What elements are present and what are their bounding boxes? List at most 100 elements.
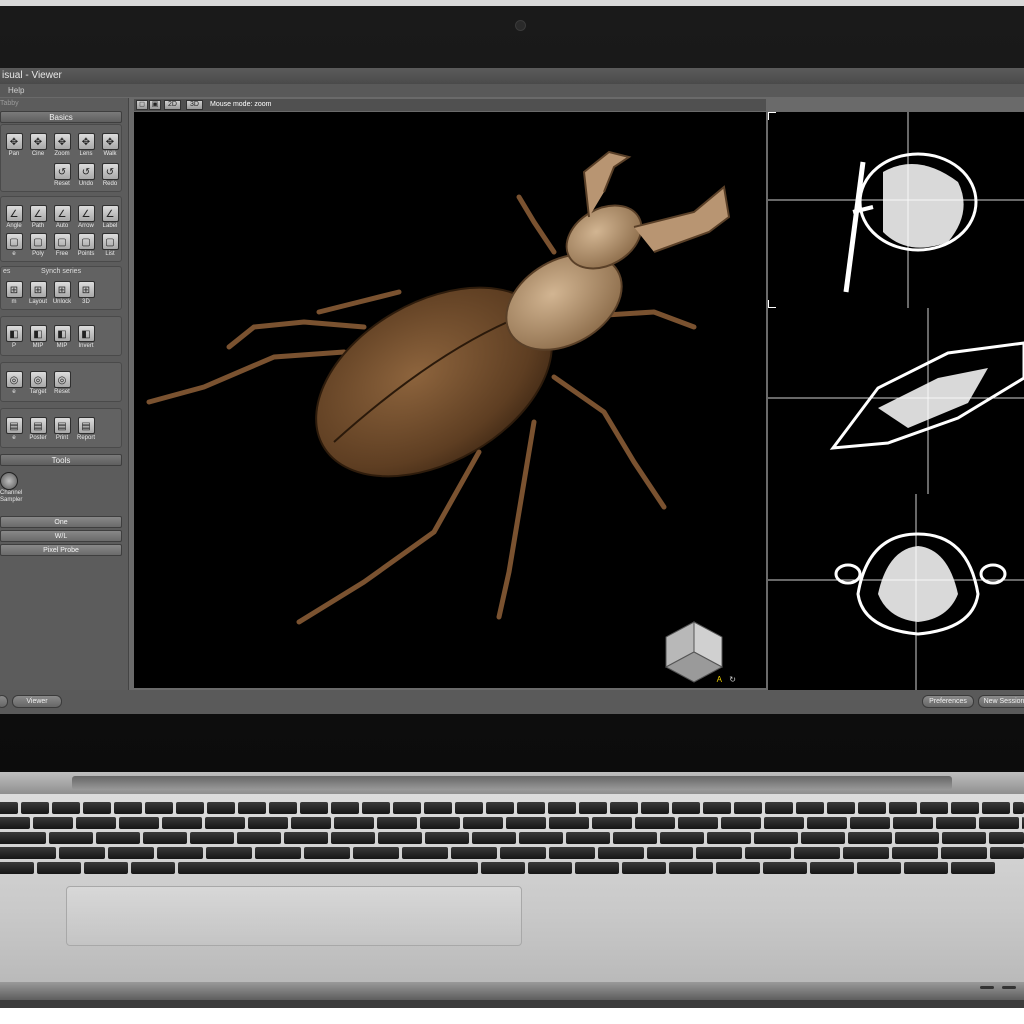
keyboard-key[interactable] <box>936 817 976 829</box>
keyboard-key[interactable] <box>678 817 718 829</box>
tool-3d[interactable]: ⊞ 3D <box>75 281 97 305</box>
trackpad[interactable] <box>66 886 522 946</box>
tool-walk[interactable]: ✥ Walk <box>99 133 121 157</box>
keyboard-key[interactable] <box>0 847 56 859</box>
keyboard-key[interactable] <box>951 862 995 874</box>
mpr-axial-view[interactable] <box>768 112 1024 309</box>
refresh-icon[interactable]: ↻ <box>729 675 736 684</box>
keyboard-key[interactable] <box>941 847 987 859</box>
keyboard-key[interactable] <box>425 832 469 844</box>
keyboard-key[interactable] <box>703 802 731 814</box>
tool-path[interactable]: ∠ Path <box>27 205 49 229</box>
tool-poster[interactable]: ▤ Poster <box>27 417 49 441</box>
tool-reset[interactable]: ◎ Reset <box>51 371 73 395</box>
keyboard-key[interactable] <box>892 847 938 859</box>
tool-e[interactable]: ◎ e <box>3 371 25 395</box>
keyboard-key[interactable] <box>810 862 854 874</box>
keyboard-key[interactable] <box>672 802 700 814</box>
keyboard-key[interactable] <box>472 832 516 844</box>
keyboard-key[interactable] <box>951 802 979 814</box>
tool-target[interactable]: ◎ Target <box>27 371 49 395</box>
keyboard-key[interactable] <box>0 802 18 814</box>
keyboard-key[interactable] <box>114 802 142 814</box>
keyboard-key[interactable] <box>598 847 644 859</box>
keyboard-key[interactable] <box>131 862 175 874</box>
tool-label[interactable]: ∠ Label <box>99 205 121 229</box>
keyboard-key[interactable] <box>362 802 390 814</box>
keyboard-key[interactable] <box>145 802 173 814</box>
keyboard-key[interactable] <box>334 817 374 829</box>
tool-undo[interactable]: ↺ Undo <box>75 163 97 187</box>
keyboard-key[interactable] <box>549 817 589 829</box>
keyboard-key[interactable] <box>33 817 73 829</box>
tool-auto[interactable]: ∠ Auto <box>51 205 73 229</box>
tool-mip[interactable]: ◧ MIP <box>27 325 49 349</box>
keyboard-key[interactable] <box>377 817 417 829</box>
keyboard-key[interactable] <box>566 832 610 844</box>
keyboard-key[interactable] <box>402 847 448 859</box>
keyboard-key[interactable] <box>96 832 140 844</box>
keyboard-key[interactable] <box>76 817 116 829</box>
keyboard-key[interactable] <box>304 847 350 859</box>
tool-layout[interactable]: ⊞ Layout <box>27 281 49 305</box>
keyboard-key[interactable] <box>989 832 1024 844</box>
mpr-sagittal-view[interactable] <box>768 308 1024 495</box>
keyboard-key[interactable] <box>843 847 889 859</box>
keyboard-key[interactable] <box>506 817 546 829</box>
keyboard-key[interactable] <box>721 817 761 829</box>
keyboard-key[interactable] <box>549 847 595 859</box>
keyboard-key[interactable] <box>579 802 607 814</box>
keyboard-key[interactable] <box>754 832 798 844</box>
keyboard-key[interactable] <box>622 862 666 874</box>
keyboard-key[interactable] <box>942 832 986 844</box>
keyboard-key[interactable] <box>108 847 154 859</box>
viewport-3d[interactable]: A ↻ <box>134 112 766 688</box>
keyboard-key[interactable] <box>176 802 204 814</box>
keyboard-key[interactable] <box>37 862 81 874</box>
keyboard-key[interactable] <box>143 832 187 844</box>
tool-angle[interactable]: ∠ Angle <box>3 205 25 229</box>
tool-mip[interactable]: ◧ MIP <box>51 325 73 349</box>
keyboard-key[interactable] <box>858 802 886 814</box>
tool-print[interactable]: ▤ Print <box>51 417 73 441</box>
keyboard-key[interactable] <box>353 847 399 859</box>
new-session-button[interactable]: New Session <box>978 695 1024 708</box>
keyboard-key[interactable] <box>238 802 266 814</box>
keyboard-key[interactable] <box>190 832 234 844</box>
window-level-button[interactable]: W/L <box>0 530 122 542</box>
keyboard-key[interactable] <box>248 817 288 829</box>
keyboard-key[interactable] <box>592 817 632 829</box>
keyboard-key[interactable] <box>481 862 525 874</box>
keyboard-key[interactable] <box>850 817 890 829</box>
tool-cine[interactable]: ✥ Cine <box>27 133 49 157</box>
keyboard-key[interactable] <box>162 817 202 829</box>
keyboard-key[interactable] <box>801 832 845 844</box>
tool-unlock[interactable]: ⊞ Unlock <box>51 281 73 305</box>
tool-pan[interactable]: ✥ Pan <box>3 133 25 157</box>
keyboard-key[interactable] <box>237 832 281 844</box>
tool-m[interactable]: ⊞ m <box>3 281 25 305</box>
tool-reset[interactable]: ↺ Reset <box>51 163 73 187</box>
tool-p[interactable]: ◧ P <box>3 325 25 349</box>
keyboard-key[interactable] <box>206 847 252 859</box>
keyboard-key[interactable] <box>178 862 478 874</box>
keyboard-key[interactable] <box>696 847 742 859</box>
mode-2d-button[interactable]: 2D <box>164 100 181 110</box>
keyboard-key[interactable] <box>1013 802 1024 814</box>
keyboard-key[interactable] <box>84 862 128 874</box>
keyboard-key[interactable] <box>269 802 297 814</box>
keyboard-key[interactable] <box>455 802 483 814</box>
keyboard-key[interactable] <box>745 847 791 859</box>
annotation-toggle[interactable]: A <box>717 675 722 684</box>
tool-invert[interactable]: ◧ Invert <box>75 325 97 349</box>
tool-redo[interactable]: ↺ Redo <box>99 163 121 187</box>
keyboard-key[interactable] <box>982 802 1010 814</box>
keyboard-key[interactable] <box>895 832 939 844</box>
keyboard-key[interactable] <box>21 802 49 814</box>
layout-multi-button[interactable]: ▣ <box>149 100 161 110</box>
keyboard-key[interactable] <box>734 802 762 814</box>
viewer-button[interactable]: Viewer <box>12 695 62 708</box>
one-button[interactable]: One <box>0 516 122 528</box>
keyboard-key[interactable] <box>500 847 546 859</box>
tool-arrow[interactable]: ∠ Arrow <box>75 205 97 229</box>
